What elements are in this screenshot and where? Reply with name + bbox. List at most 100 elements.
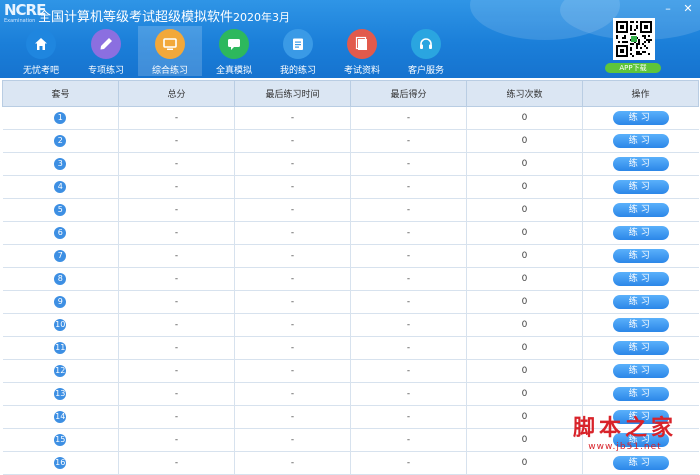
minimize-icon[interactable]: – (662, 2, 674, 15)
cell-last-score: - (350, 313, 467, 337)
table-row: 10- - -0 练习 (2, 313, 699, 337)
practice-button[interactable]: 练习 (612, 111, 669, 125)
set-number-badge: 6 (54, 227, 67, 239)
cell-last-score: - (350, 267, 467, 291)
cell-set-no: 12 (2, 359, 119, 383)
column-header-count: 练习次数 (466, 80, 583, 107)
cell-last-time: - (234, 244, 351, 268)
practice-button[interactable]: 练习 (612, 433, 669, 447)
practice-button[interactable]: 练习 (612, 203, 669, 217)
nav-item-0[interactable]: 无忧考吧 (9, 26, 73, 76)
cell-last-time: - (234, 382, 351, 406)
practice-button[interactable]: 练习 (612, 341, 669, 355)
cell-total: - (118, 198, 235, 222)
set-number-badge: 8 (54, 273, 67, 285)
cell-total: - (118, 267, 235, 291)
practice-button[interactable]: 练习 (612, 295, 669, 309)
set-number-badge: 2 (54, 135, 67, 147)
cell-action: 练习 (582, 451, 699, 475)
practice-button[interactable]: 练习 (612, 318, 669, 332)
cell-set-no: 6 (2, 221, 119, 245)
practice-button[interactable]: 练习 (612, 456, 669, 470)
cell-total: - (118, 175, 235, 199)
nav-item-5[interactable]: 考试资料 (330, 26, 394, 76)
set-number-badge: 14 (54, 411, 67, 423)
practice-button[interactable]: 练习 (612, 180, 669, 194)
cell-last-time: - (234, 428, 351, 452)
cell-last-score: - (350, 451, 467, 475)
close-icon[interactable]: ✕ (682, 2, 694, 15)
practice-button[interactable]: 练习 (612, 272, 669, 286)
exam-table: 套号 总分 最后练习时间 最后得分 练习次数 操作 1- - -0 练习 2- - -0 练习… (2, 80, 699, 475)
practice-button[interactable]: 练习 (612, 249, 669, 263)
cell-action: 练习 (582, 382, 699, 406)
table-row: 13- - -0 练习 (2, 382, 699, 406)
practice-button[interactable]: 练习 (612, 364, 669, 378)
table-body: 1- - -0 练习 2- - -0 练习 3- - -0 练习 4- - -0 练习 5- - -0 练习 6- - -0… (2, 106, 699, 475)
cell-last-score: - (350, 428, 467, 452)
cell-action: 练习 (582, 129, 699, 153)
cell-total: - (118, 451, 235, 475)
nav-item-label: 综合练习 (151, 66, 188, 76)
cell-action: 练习 (582, 106, 699, 130)
table-row: 3- - -0 练习 (2, 152, 699, 176)
table-row: 16- - -0 练习 (2, 451, 699, 475)
cell-last-score: - (350, 290, 467, 314)
cell-action: 练习 (582, 405, 699, 429)
nav-item-label: 考试资料 (343, 66, 380, 76)
cell-total: - (118, 244, 235, 268)
cell-last-score: - (350, 382, 467, 406)
nav-item-label: 全真模拟 (215, 66, 252, 76)
cell-set-no: 1 (2, 106, 119, 130)
cell-set-no: 13 (2, 382, 119, 406)
cell-total: - (118, 106, 235, 130)
cell-set-no: 8 (2, 267, 119, 291)
nav-item-label: 客户服务 (407, 66, 444, 76)
qr-code-icon (616, 21, 652, 57)
column-header-last-time: 最后练习时间 (234, 80, 351, 107)
practice-button[interactable]: 练习 (612, 387, 669, 401)
cell-last-time: - (234, 175, 351, 199)
window-controls: – ✕ (662, 2, 694, 15)
set-number-badge: 16 (54, 457, 67, 469)
table-row: 14- - -0 练习 (2, 405, 699, 429)
cell-action: 练习 (582, 198, 699, 222)
cell-last-score: - (350, 336, 467, 360)
home-icon (26, 29, 56, 59)
cell-last-score: - (350, 405, 467, 429)
set-number-badge: 1 (54, 112, 67, 124)
cell-last-time: - (234, 267, 351, 291)
cell-count: 0 (466, 267, 583, 291)
qr-code (613, 18, 655, 60)
app-download-button[interactable]: APP下载 (605, 63, 661, 73)
cell-last-time: - (234, 106, 351, 130)
nav-item-2[interactable]: 综合练习 (138, 26, 202, 76)
cell-count: 0 (466, 313, 583, 337)
practice-button[interactable]: 练习 (612, 226, 669, 240)
set-number-badge: 15 (54, 434, 67, 446)
cell-total: - (118, 359, 235, 383)
column-header-total: 总分 (118, 80, 235, 107)
practice-button[interactable]: 练习 (612, 157, 669, 171)
cell-count: 0 (466, 290, 583, 314)
pencil-icon (91, 29, 121, 59)
practice-button[interactable]: 练习 (612, 134, 669, 148)
nav-item-6[interactable]: 客户服务 (394, 26, 458, 76)
cell-set-no: 15 (2, 428, 119, 452)
monitor-icon (155, 29, 185, 59)
nav-item-4[interactable]: 我的练习 (266, 26, 330, 76)
cell-last-score: - (350, 129, 467, 153)
table-row: 15- - -0 练习 (2, 428, 699, 452)
app-title-text: 全国计算机等级考试超级模拟软件 (38, 10, 234, 25)
table-header-row: 套号 总分 最后练习时间 最后得分 练习次数 操作 (2, 80, 699, 107)
practice-button[interactable]: 练习 (612, 410, 669, 424)
set-number-badge: 7 (54, 250, 67, 262)
cell-last-time: - (234, 405, 351, 429)
cell-action: 练习 (582, 290, 699, 314)
nav-item-1[interactable]: 专项练习 (74, 26, 138, 76)
nav-item-3[interactable]: 全真模拟 (202, 26, 266, 76)
set-number-badge: 3 (54, 158, 67, 170)
cell-last-score: - (350, 198, 467, 222)
cell-action: 练习 (582, 313, 699, 337)
cell-total: - (118, 290, 235, 314)
